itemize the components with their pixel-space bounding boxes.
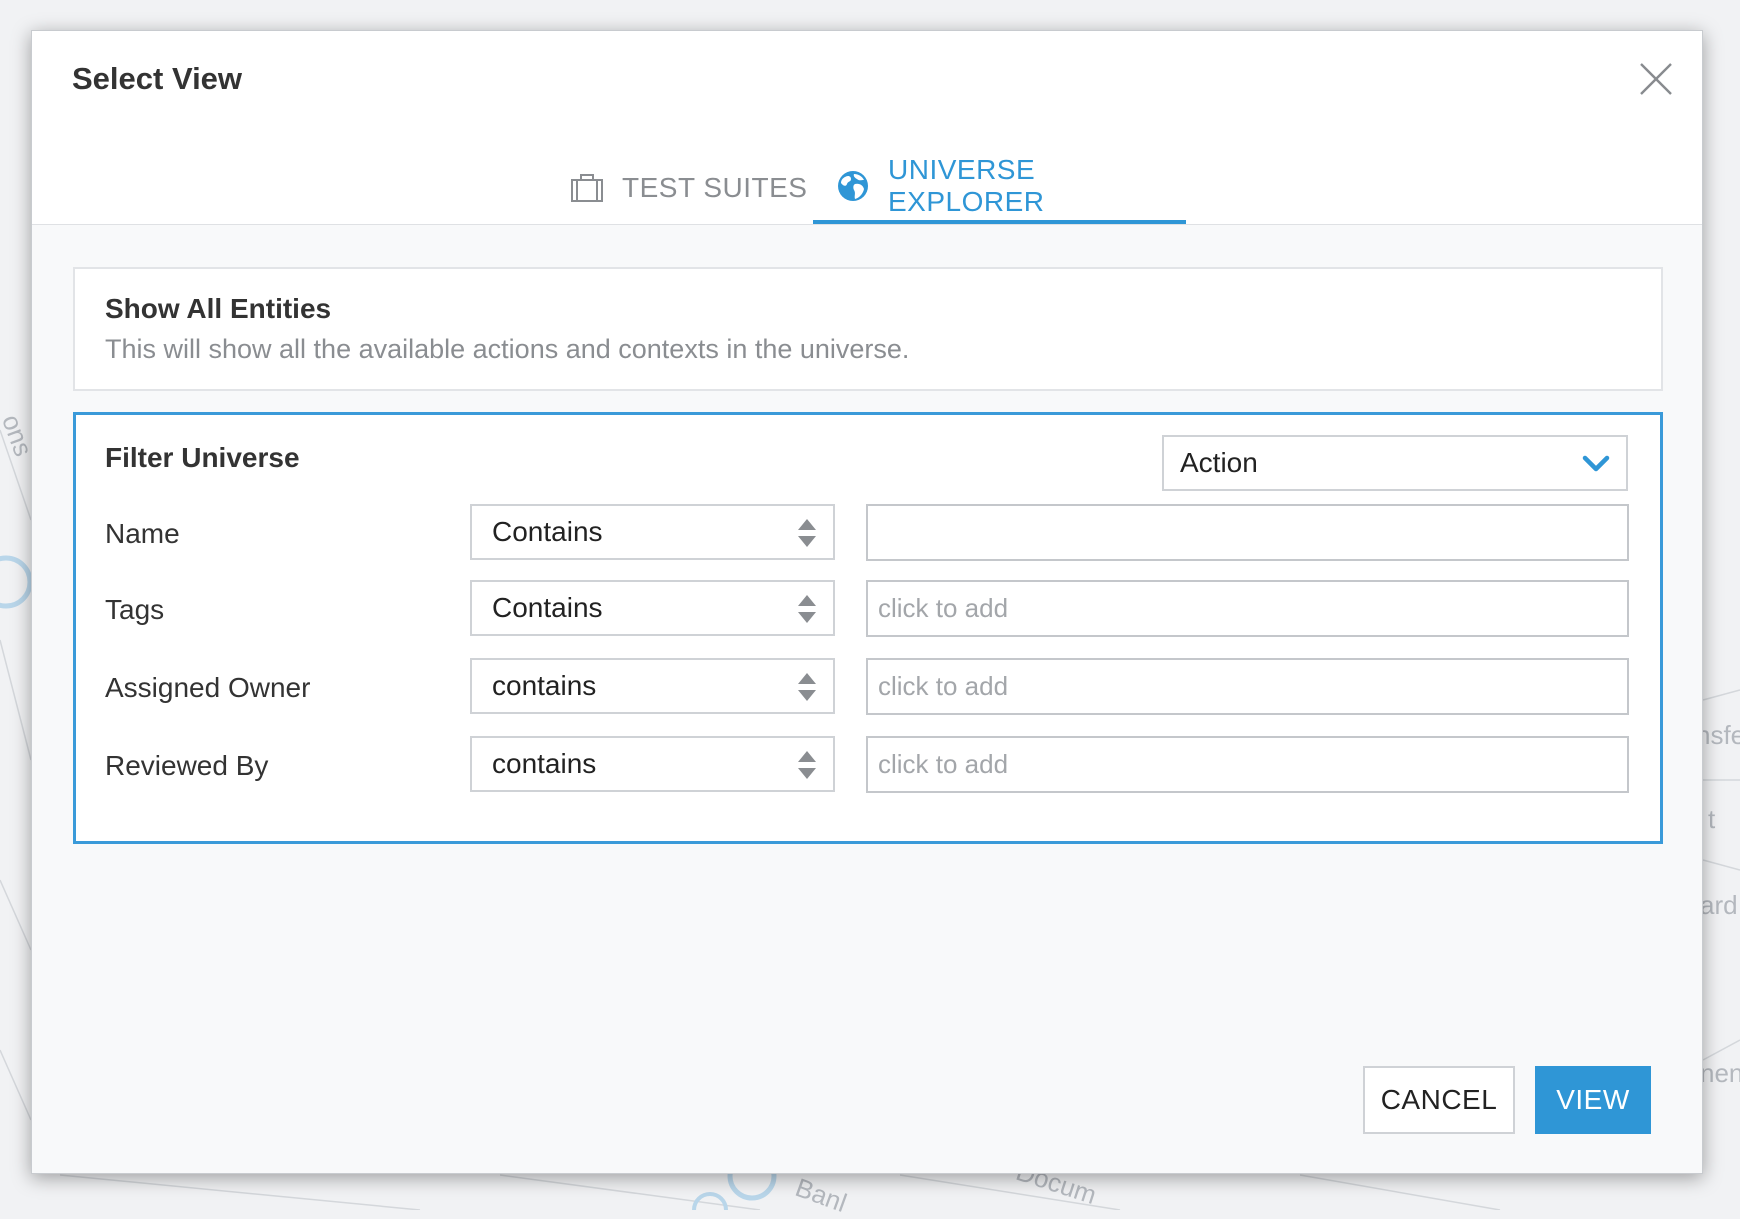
- dialog-title: Select View: [72, 61, 243, 96]
- tab-universe-explorer[interactable]: UNIVERSE EXPLORER: [813, 151, 1186, 224]
- globe-icon: [836, 169, 870, 203]
- chevron-down-icon: [1582, 455, 1610, 472]
- entity-type-dropdown[interactable]: Action: [1162, 435, 1628, 491]
- view-tabs: TEST SUITES UNIVERSE EXPLORER: [32, 151, 1702, 225]
- sort-arrows-icon: [798, 595, 816, 623]
- filter-universe-panel[interactable]: Filter Universe Action Name Contains Tag…: [73, 412, 1663, 844]
- name-operator-value: Contains: [492, 516, 603, 547]
- name-label: Name: [105, 518, 180, 549]
- tab-test-suites[interactable]: TEST SUITES: [570, 151, 807, 224]
- tags-operator-value: Contains: [492, 592, 603, 623]
- reviewed-by-operator-select[interactable]: contains: [470, 736, 835, 792]
- show-all-description: This will show all the available actions…: [105, 334, 910, 364]
- tags-label: Tags: [105, 594, 165, 625]
- assigned-owner-operator-select[interactable]: contains: [470, 658, 835, 714]
- close-button[interactable]: [1638, 61, 1674, 97]
- sort-arrows-icon: [798, 673, 816, 701]
- reviewed-by-operator-value: contains: [492, 748, 597, 779]
- sort-arrows-icon: [798, 751, 816, 779]
- name-value-input[interactable]: [866, 504, 1629, 561]
- view-button[interactable]: VIEW: [1535, 1066, 1651, 1134]
- name-operator-select[interactable]: Contains: [470, 504, 835, 560]
- tab-test-suites-label: TEST SUITES: [622, 171, 808, 203]
- assigned-owner-value-input[interactable]: [866, 658, 1629, 715]
- show-all-title: Show All Entities: [105, 293, 332, 324]
- tags-value-input[interactable]: [866, 580, 1629, 637]
- select-view-dialog: Select View TEST SUITES UNIVERSE EXPLORE…: [31, 30, 1703, 1174]
- tab-universe-explorer-label: UNIVERSE EXPLORER: [888, 153, 1045, 217]
- show-all-entities-option[interactable]: Show All Entities This will show all the…: [73, 267, 1663, 391]
- reviewed-by-value-input[interactable]: [866, 736, 1629, 793]
- briefcase-icon: [570, 171, 604, 205]
- sort-arrows-icon: [798, 519, 816, 547]
- background-node-label: nen: [1700, 1058, 1740, 1088]
- entity-type-value: Action: [1180, 447, 1258, 478]
- tags-operator-select[interactable]: Contains: [470, 580, 835, 636]
- close-icon: [1640, 63, 1672, 95]
- cancel-button[interactable]: CANCEL: [1363, 1066, 1515, 1134]
- reviewed-by-label: Reviewed By: [105, 750, 269, 781]
- dialog-header: Select View TEST SUITES UNIVERSE EXPLORE…: [32, 31, 1702, 225]
- assigned-owner-label: Assigned Owner: [105, 672, 311, 703]
- assigned-owner-operator-value: contains: [492, 670, 597, 701]
- filter-universe-title: Filter Universe: [105, 442, 300, 473]
- background-node-label: ard: [1700, 890, 1738, 920]
- background-node-label: t: [1708, 804, 1716, 834]
